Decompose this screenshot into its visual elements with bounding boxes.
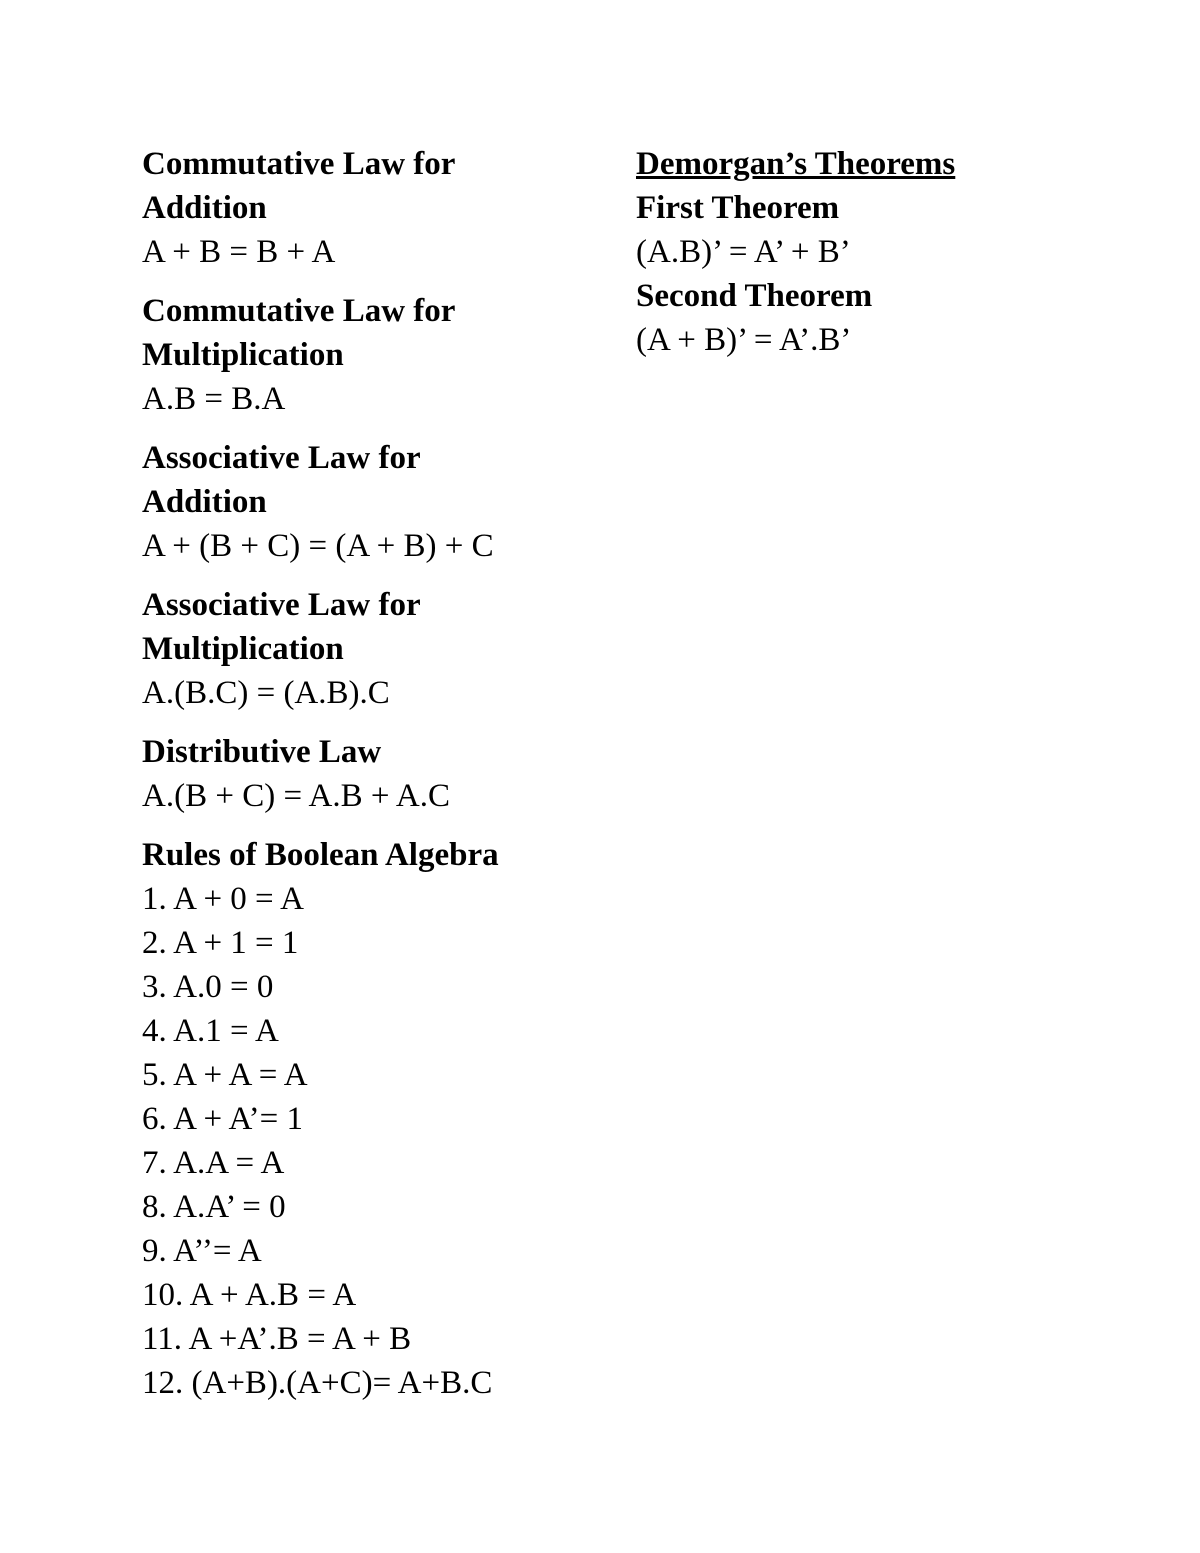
section-heading: Addition [142,484,267,520]
section-heading: Multiplication [142,631,344,667]
section-heading: Commutative Law for [142,293,456,329]
theorem-formula: (A + B)’ = A’.B’ [636,322,852,358]
rule-item: 8. A.A’ = 0 [142,1189,286,1225]
boolean-rules-section: Rules of Boolean Algebra 1. A + 0 = A 2.… [142,833,602,1405]
associative-multiplication-section: Associative Law for Multiplication A.(B.… [142,583,602,715]
rule-item: 9. A’’= A [142,1233,262,1269]
rules-heading: Rules of Boolean Algebra [142,837,499,873]
formula: A.B = B.A [142,381,286,417]
section-heading: Associative Law for [142,440,421,476]
rule-item: 4. A.1 = A [142,1013,279,1049]
distributive-law-section: Distributive Law A.(B + C) = A.B + A.C [142,730,602,818]
demorgan-title: Demorgan’s Theorems [636,146,956,182]
rule-item: 11. A +A’.B = A + B [142,1321,412,1357]
formula: A + (B + C) = (A + B) + C [142,528,494,564]
rule-item: 5. A + A = A [142,1057,308,1093]
second-theorem: Second Theorem (A + B)’ = A’.B’ [636,274,1116,362]
section-heading: Associative Law for [142,587,421,623]
formula: A.(B.C) = (A.B).C [142,675,390,711]
section-heading: Commutative Law for [142,146,456,182]
commutative-addition-section: Commutative Law for Addition A + B = B +… [142,142,602,274]
rule-item: 1. A + 0 = A [142,881,304,917]
theorem-heading: Second Theorem [636,278,873,314]
formula: A.(B + C) = A.B + A.C [142,778,450,814]
rule-item: 2. A + 1 = 1 [142,925,299,961]
section-heading: Addition [142,190,267,226]
rule-item: 6. A + A’= 1 [142,1101,304,1137]
section-heading: Multiplication [142,337,344,373]
right-column: Demorgan’s Theorems First Theorem (A.B)’… [636,142,1116,362]
left-column: Commutative Law for Addition A + B = B +… [142,142,602,1420]
section-heading: Distributive Law [142,734,382,770]
theorem-heading: First Theorem [636,190,840,226]
rule-item: 10. A + A.B = A [142,1277,357,1313]
rule-item: 7. A.A = A [142,1145,285,1181]
commutative-multiplication-section: Commutative Law for Multiplication A.B =… [142,289,602,421]
formula: A + B = B + A [142,234,336,270]
rule-item: 12. (A+B).(A+C)= A+B.C [142,1365,493,1401]
rule-item: 3. A.0 = 0 [142,969,274,1005]
theorem-formula: (A.B)’ = A’ + B’ [636,234,851,270]
first-theorem: First Theorem (A.B)’ = A’ + B’ [636,186,1116,274]
associative-addition-section: Associative Law for Addition A + (B + C)… [142,436,602,568]
